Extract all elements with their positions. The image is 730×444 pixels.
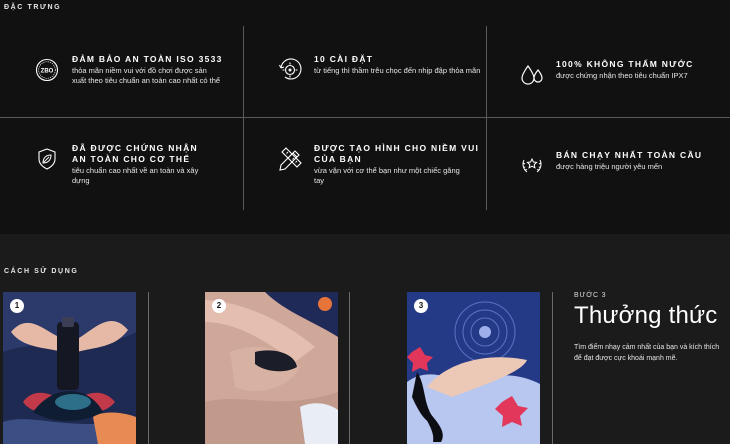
feature-description: tiêu chuẩn cao nhất về an toàn và xây dự… [72, 166, 199, 185]
features-section: ĐẶC TRƯNG ZBO ĐẢM BẢO AN TOÀN ISO 3533 t… [0, 0, 730, 234]
usage-section-label: CÁCH SỬ DỤNG [4, 268, 79, 275]
feature-description: được chứng nhận theo tiêu chuẩn IPX7 [556, 71, 688, 80]
zbo-badge-icon: ZBO [34, 54, 64, 84]
pencil-ruler-icon [276, 143, 306, 173]
feature-shaped: ĐƯỢC TẠO HÌNH CHO NIỀM VUI CỦA BẠN vừa v… [276, 143, 506, 203]
feature-description: thỏa mãn niềm vui với đồ chơi được sản x… [72, 66, 221, 85]
step-3-illustration: 3 [407, 292, 540, 444]
feature-settings: 10 CÀI ĐẶT từ tiếng thì thầm trêu chọc đ… [276, 54, 506, 114]
step-title: Thưởng thức [574, 302, 718, 329]
feature-bestseller: BÁN CHẠY NHẤT TOÀN CẦU được hàng triệu n… [518, 150, 730, 210]
features-section-label: ĐẶC TRƯNG [4, 4, 62, 11]
feature-description: từ tiếng thì thầm trêu chọc đến nhịp đập… [314, 66, 481, 75]
step-badge: 3 [414, 299, 428, 313]
feature-title: BÁN CHẠY NHẤT TOÀN CẦU [556, 150, 703, 160]
feature-title: 100% KHÔNG THẤM NƯỚC [556, 59, 694, 69]
step-badge: 2 [212, 299, 226, 313]
feature-title: ĐẢM BẢO AN TOÀN ISO 3533 [72, 54, 223, 64]
feature-waterproof: 100% KHÔNG THẤM NƯỚC được chứng nhận the… [518, 59, 730, 119]
feature-title: ĐƯỢC TẠO HÌNH CHO NIỀM VUI CỦA BẠN [314, 143, 480, 164]
step-2-illustration: 2 [205, 292, 338, 444]
svg-text:ZBO: ZBO [41, 68, 54, 74]
shield-leaf-icon [34, 143, 64, 173]
laurel-star-icon [518, 150, 548, 180]
step-divider [552, 292, 553, 444]
step-description: Tìm điểm nhạy cảm nhất của bạn và kích t… [574, 344, 720, 362]
feature-body-safe: ĐÃ ĐƯỢC CHỨNG NHẬN AN TOÀN CHO CƠ THỂ ti… [34, 143, 264, 203]
step-divider [148, 292, 149, 444]
settings-dial-icon [276, 54, 306, 84]
step-caption: BƯỚC 3 Thưởng thức Tìm điểm nhạy cảm nhấ… [574, 292, 730, 364]
step-1-illustration: 1 [3, 292, 136, 444]
feature-description: được hàng triệu người yêu mến [556, 162, 663, 171]
feature-title: 10 CÀI ĐẶT [314, 54, 374, 64]
feature-title: ĐÃ ĐƯỢC CHỨNG NHẬN AN TOÀN CHO CƠ THỂ [72, 143, 198, 164]
water-drops-icon [518, 59, 548, 89]
step-divider [349, 292, 350, 444]
step-badge: 1 [10, 299, 24, 313]
usage-section: CÁCH SỬ DỤNG 1 2 3 BƯỚC 3 Thưởng thức Tì… [0, 234, 730, 444]
step-number-label: BƯỚC 3 [574, 292, 607, 299]
feature-iso-safety: ZBO ĐẢM BẢO AN TOÀN ISO 3533 thỏa mãn ni… [34, 54, 264, 114]
feature-description: vừa vặn với cơ thể bạn như một chiếc găn… [314, 166, 460, 185]
